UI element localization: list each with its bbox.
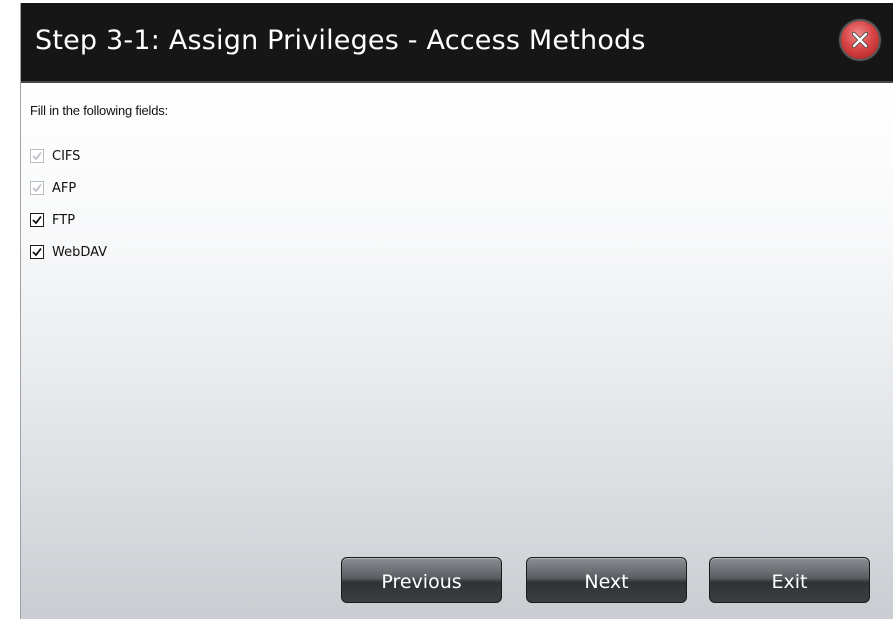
wizard-dialog: Step 3-1: Assign Privileges - Access Met…: [20, 3, 893, 619]
afp-checkbox: [30, 181, 44, 195]
ftp-label[interactable]: FTP: [52, 213, 75, 228]
instructions-text: Fill in the following fields:: [30, 103, 168, 118]
option-cifs: CIFS: [30, 145, 107, 167]
webdav-label[interactable]: WebDAV: [52, 245, 107, 260]
previous-button[interactable]: Previous: [341, 557, 502, 603]
next-button[interactable]: Next: [526, 557, 687, 603]
checkmark-icon: [32, 247, 42, 257]
option-afp: AFP: [30, 177, 107, 199]
close-icon: [852, 32, 868, 48]
cifs-label: CIFS: [52, 148, 81, 164]
option-webdav[interactable]: WebDAV: [30, 241, 107, 263]
option-ftp[interactable]: FTP: [30, 209, 107, 231]
access-methods-list: CIFS AFP FTP WebDAV: [30, 145, 107, 273]
close-button[interactable]: [841, 21, 879, 59]
checkmark-icon: [32, 184, 42, 193]
exit-button[interactable]: Exit: [709, 557, 870, 603]
title-bar: Step 3-1: Assign Privileges - Access Met…: [21, 3, 893, 83]
wizard-buttons: Previous Next Exit: [21, 529, 893, 619]
dialog-title: Step 3-1: Assign Privileges - Access Met…: [35, 25, 646, 56]
cifs-checkbox: [30, 149, 44, 163]
ftp-checkbox[interactable]: [30, 213, 44, 227]
afp-label: AFP: [52, 180, 77, 196]
checkmark-icon: [32, 152, 42, 161]
dialog-content: Fill in the following fields: CIFS AFP F…: [21, 83, 893, 619]
webdav-checkbox[interactable]: [30, 245, 44, 259]
checkmark-icon: [32, 215, 42, 225]
